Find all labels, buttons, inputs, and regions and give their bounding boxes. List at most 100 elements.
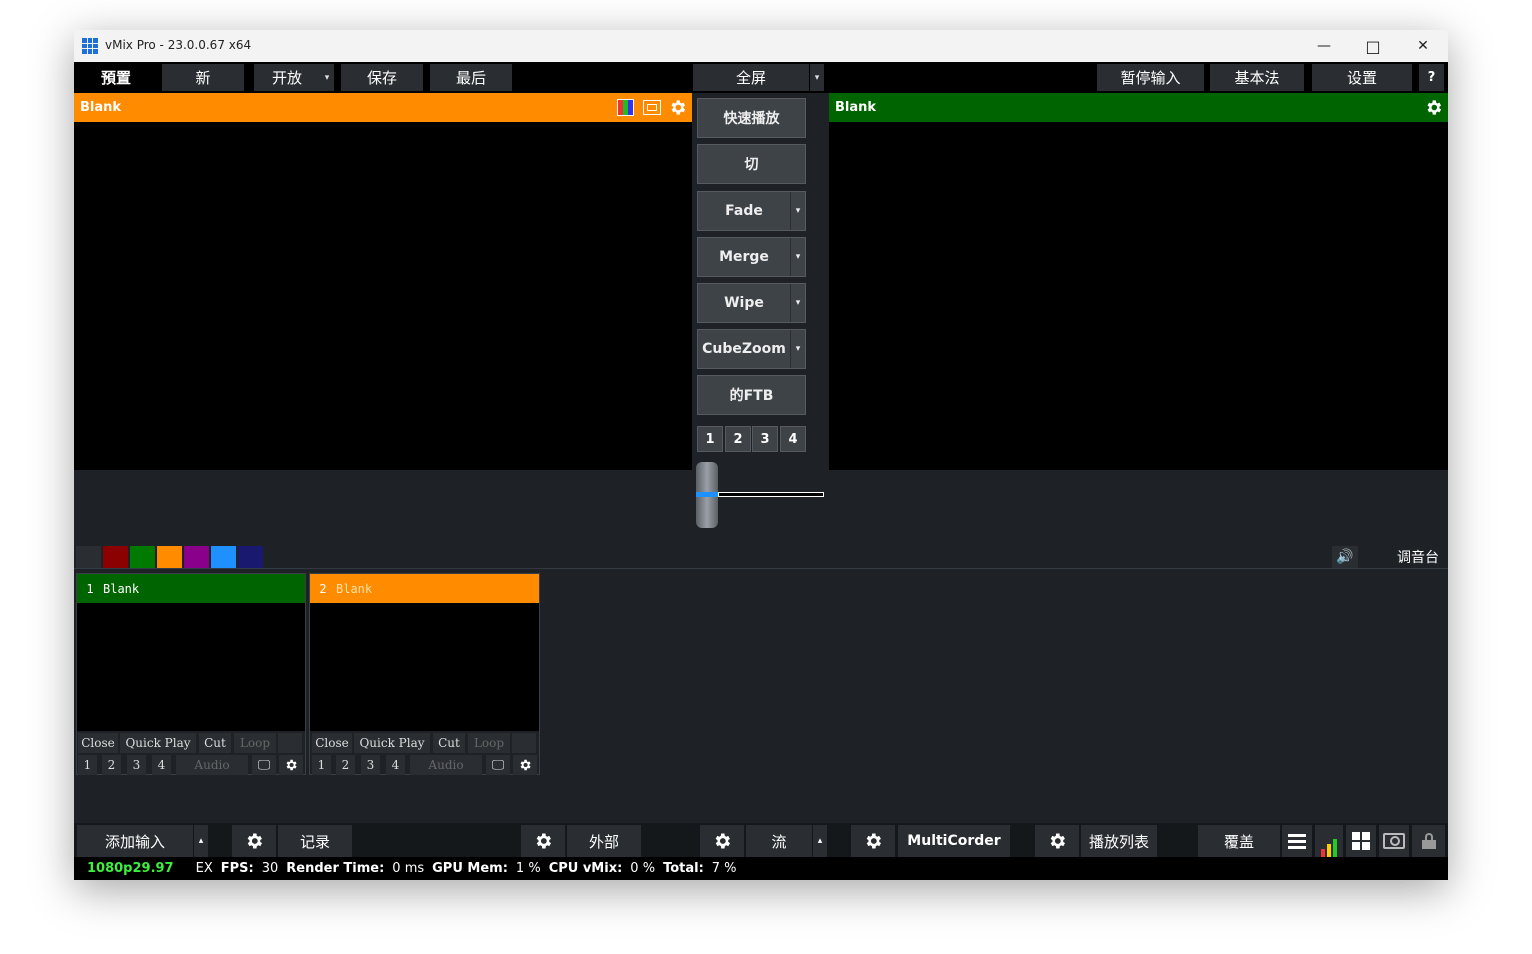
vmix-window: vMix Pro - 23.0.0.67 x64 — □ ✕ 預置 新 开放 ▾… <box>74 30 1448 880</box>
monitor-icon[interactable]: 🖵 <box>252 755 276 775</box>
transition-4-button[interactable]: 4 <box>780 426 806 452</box>
tbar-handle[interactable] <box>696 462 718 528</box>
add-input-dropdown-button[interactable]: ▴ <box>194 825 208 857</box>
external-button[interactable]: 外部 <box>567 825 641 857</box>
cubezoom-button[interactable]: CubeZoom ▾ <box>697 329 806 369</box>
merge-button[interactable]: Merge ▾ <box>697 237 806 277</box>
quick-play-button[interactable]: 快速播放 <box>697 98 806 138</box>
preview-screen[interactable] <box>74 122 692 470</box>
record-settings-gear-icon[interactable] <box>232 825 276 857</box>
input-layer-2[interactable]: 2 <box>102 755 121 775</box>
last-button[interactable]: 最后 <box>430 64 512 91</box>
chevron-down-icon[interactable]: ▾ <box>790 192 805 230</box>
wipe-button[interactable]: Wipe ▾ <box>697 283 806 323</box>
settings-button[interactable]: 设置 <box>1312 64 1412 91</box>
pause-inputs-button[interactable]: 暂停输入 <box>1097 64 1204 91</box>
stream-button[interactable]: 流 <box>746 825 812 857</box>
snapshot-camera-icon[interactable] <box>1379 825 1409 857</box>
output-title: Blank <box>835 100 877 115</box>
maximize-button[interactable]: □ <box>1350 30 1396 62</box>
output-screen[interactable] <box>829 122 1448 470</box>
basic-button[interactable]: 基本法 <box>1210 64 1304 91</box>
transition-3-button[interactable]: 3 <box>752 426 778 452</box>
input-header[interactable]: 2 Blank <box>310 574 539 603</box>
input-quickplay-button[interactable]: Quick Play <box>354 733 430 753</box>
external-settings-gear-icon[interactable] <box>521 825 565 857</box>
color-correction-icon[interactable] <box>617 99 634 116</box>
input-layer-2[interactable]: 2 <box>336 755 355 775</box>
fullscreen-dropdown-button[interactable]: ▾ <box>810 64 824 91</box>
grid-view-icon[interactable] <box>1346 825 1376 857</box>
minimize-button[interactable]: — <box>1301 30 1347 62</box>
input-close-button[interactable]: Close <box>312 733 352 753</box>
resolution-status[interactable]: 1080p29.97 <box>87 861 174 876</box>
input-number: 1 <box>86 581 94 596</box>
input-audio-button[interactable]: Audio <box>176 755 248 775</box>
transition-1-button[interactable]: 1 <box>697 426 723 452</box>
color-filter-swatch[interactable] <box>238 546 263 568</box>
open-dropdown-button[interactable]: ▾ <box>320 64 334 91</box>
lock-icon[interactable] <box>1412 825 1445 857</box>
input-thumbnail[interactable] <box>77 603 305 731</box>
preview-mode-button[interactable]: 預置 <box>77 64 155 91</box>
input-audio-button[interactable]: Audio <box>410 755 482 775</box>
cut-button[interactable]: 切 <box>697 144 806 184</box>
cpu-label: CPU vMix: <box>548 861 623 876</box>
multicorder-button[interactable]: MultiCorder <box>898 825 1010 857</box>
playlist-settings-gear-icon[interactable] <box>1035 825 1079 857</box>
monitor-icon[interactable]: 🖵 <box>486 755 510 775</box>
input-layer-3[interactable]: 3 <box>361 755 380 775</box>
tbar-track <box>718 492 824 497</box>
input-blank-slot <box>512 733 536 753</box>
save-button[interactable]: 保存 <box>341 64 423 91</box>
fade-button[interactable]: Fade ▾ <box>697 191 806 231</box>
input-close-button[interactable]: Close <box>78 733 118 753</box>
fullscreen-button[interactable]: 全屏 <box>693 64 809 91</box>
input-layer-1[interactable]: 1 <box>312 755 331 775</box>
ftb-button[interactable]: 的FTB <box>697 375 806 415</box>
add-input-button[interactable]: 添加输入 <box>77 825 193 857</box>
input-layer-4[interactable]: 4 <box>152 755 171 775</box>
playlist-button[interactable]: 播放列表 <box>1081 825 1157 857</box>
input-layer-3[interactable]: 3 <box>127 755 146 775</box>
multicorder-settings-gear-icon[interactable] <box>851 825 895 857</box>
input-loop-button[interactable]: Loop <box>234 733 276 753</box>
chevron-down-icon[interactable]: ▾ <box>790 238 805 276</box>
input-settings-gear-icon[interactable] <box>513 755 537 775</box>
input-thumbnail[interactable] <box>310 603 539 731</box>
input-loop-button[interactable]: Loop <box>468 733 510 753</box>
chevron-down-icon[interactable]: ▾ <box>790 330 805 368</box>
record-button[interactable]: 记录 <box>278 825 352 857</box>
close-button[interactable]: ✕ <box>1400 30 1446 62</box>
transition-2-button[interactable]: 2 <box>725 426 751 452</box>
input-quickplay-button[interactable]: Quick Play <box>120 733 196 753</box>
help-button[interactable]: ? <box>1419 64 1444 91</box>
input-cut-button[interactable]: Cut <box>433 733 465 753</box>
color-filter-swatch[interactable] <box>76 546 101 568</box>
input-settings-gear-icon[interactable] <box>279 755 303 775</box>
chevron-down-icon[interactable]: ▾ <box>790 284 805 322</box>
position-icon[interactable] <box>643 100 661 115</box>
color-filter-swatch[interactable] <box>130 546 155 568</box>
color-filter-swatch[interactable] <box>184 546 209 568</box>
input-layer-4[interactable]: 4 <box>386 755 405 775</box>
input-blank-slot <box>278 733 302 753</box>
stream-dropdown-button[interactable]: ▴ <box>813 825 827 857</box>
open-button[interactable]: 开放 <box>254 64 320 91</box>
gpu-mem-label: GPU Mem: <box>432 861 508 876</box>
new-button[interactable]: 新 <box>162 64 244 91</box>
color-filter-swatch[interactable] <box>211 546 236 568</box>
list-view-icon[interactable] <box>1282 825 1312 857</box>
color-filter-swatch[interactable] <box>103 546 128 568</box>
overlay-button[interactable]: 覆盖 <box>1198 825 1280 857</box>
audio-mixer-button[interactable]: 调音台 <box>1388 546 1448 568</box>
input-cut-button[interactable]: Cut <box>199 733 231 753</box>
preview-settings-gear-icon[interactable] <box>668 98 687 117</box>
input-header[interactable]: 1 Blank <box>77 574 305 603</box>
color-filter-swatch[interactable] <box>157 546 182 568</box>
output-settings-gear-icon[interactable] <box>1424 98 1443 117</box>
speaker-icon[interactable]: 🔊 <box>1332 546 1358 568</box>
merge-label: Merge <box>719 249 769 265</box>
input-layer-1[interactable]: 1 <box>78 755 97 775</box>
stream-settings-gear-icon[interactable] <box>700 825 744 857</box>
